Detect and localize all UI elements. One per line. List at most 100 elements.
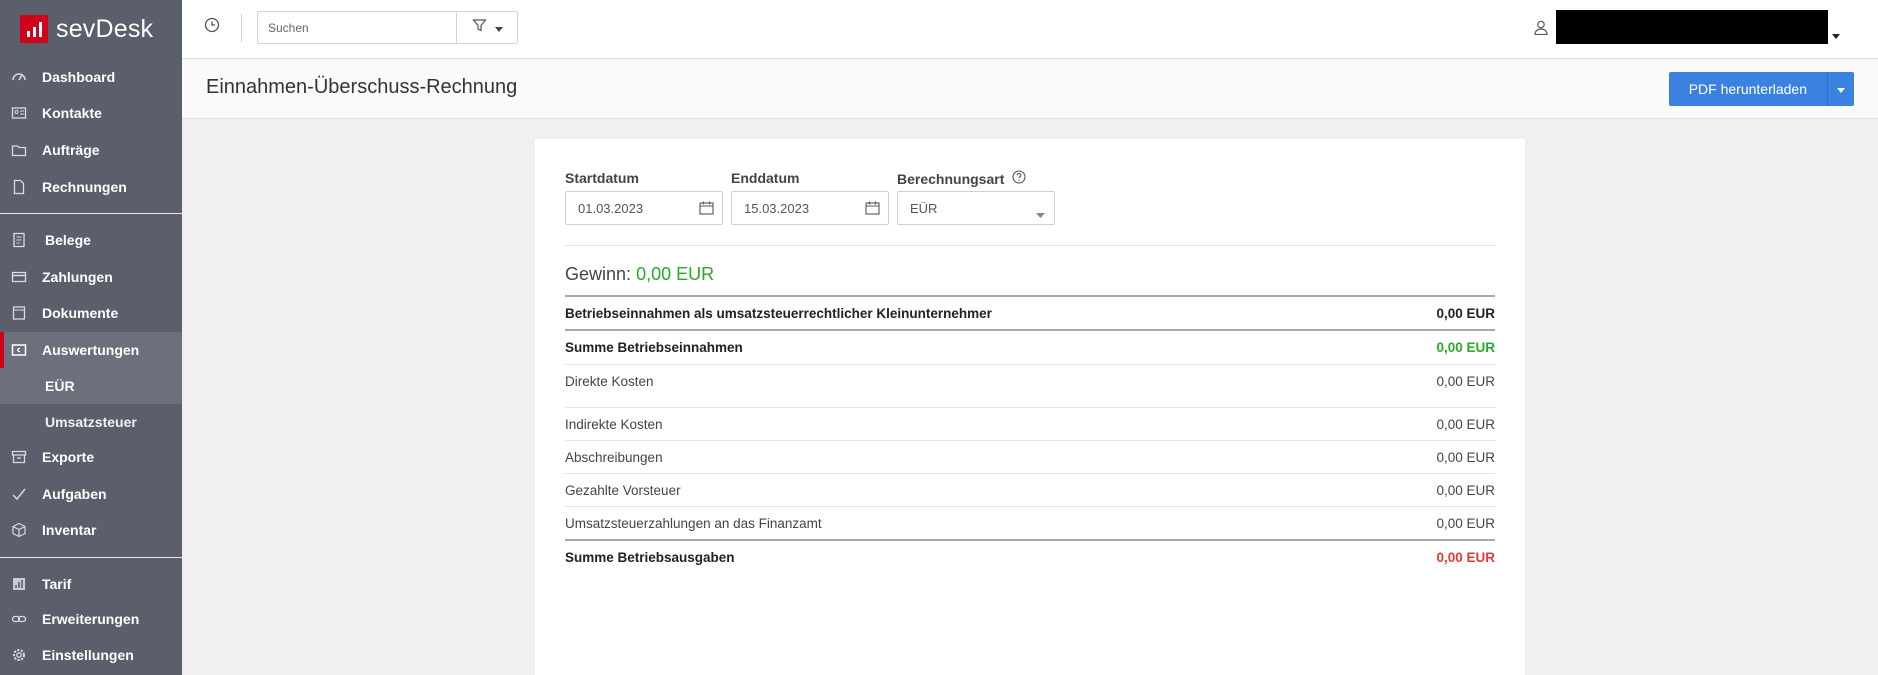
archive-box-icon <box>10 448 28 466</box>
report-row-value: 0,00 EUR <box>1436 482 1495 498</box>
report-row-value: 0,00 EUR <box>1436 549 1495 565</box>
report-row: Summe Betriebseinnahmen 0,00 EUR <box>565 331 1495 363</box>
profit-value: 0,00 EUR <box>636 264 715 284</box>
top-bar: Suchen <box>182 0 1878 59</box>
user-icon[interactable] <box>1534 20 1548 40</box>
report-row-value: 0,00 EUR <box>1436 449 1495 465</box>
sidebar-item-rechnungen[interactable]: Rechnungen <box>0 169 182 205</box>
pdf-download-button-group: PDF herunterladen <box>1668 72 1854 106</box>
help-icon[interactable] <box>1012 170 1026 187</box>
calc-type-label: Berechnungsart <box>897 170 1005 187</box>
sidebar-divider <box>0 213 182 214</box>
bar-chart-icon <box>10 575 28 593</box>
sidebar-item-erweiterungen[interactable]: Erweiterungen <box>0 601 182 637</box>
history-clock-icon[interactable] <box>204 17 220 33</box>
start-date-label: Startdatum <box>565 170 639 186</box>
sidebar-item-exporte[interactable]: Exporte <box>0 439 182 475</box>
sidebar-item-label: Dashboard <box>42 69 116 85</box>
document-icon <box>10 178 28 196</box>
pdf-options-dropdown[interactable] <box>1828 72 1854 106</box>
report-row-value: 0,00 EUR <box>1436 305 1495 321</box>
sidebar-item-belege[interactable]: Belege <box>0 222 182 258</box>
filter-icon <box>471 18 487 38</box>
calendar-icon[interactable] <box>699 201 714 218</box>
sidebar-item-zahlungen[interactable]: Zahlungen <box>0 259 182 295</box>
checkmark-icon <box>10 485 28 503</box>
link-icon <box>10 610 28 628</box>
sidebar-item-inventar[interactable]: Inventar <box>0 512 182 548</box>
report-row-label: Direkte Kosten <box>565 373 654 389</box>
chevron-down-icon <box>1837 80 1845 98</box>
report-row-label: Gezahlte Vorsteuer <box>565 482 681 498</box>
sidebar-item-label: Belege <box>45 232 91 248</box>
report-row-value: 0,00 EUR <box>1436 515 1495 531</box>
report-row: Indirekte Kosten 0,00 EUR <box>565 408 1495 440</box>
sidebar-item-label: Einstellungen <box>42 647 134 663</box>
report-row-value: 0,00 EUR <box>1436 339 1495 355</box>
end-date-value: 15.03.2023 <box>744 200 810 216</box>
reports-icon <box>10 341 28 359</box>
report-row-label: Abschreibungen <box>565 449 663 465</box>
start-date-value: 01.03.2023 <box>578 200 644 216</box>
sidebar-item-auswertungen[interactable]: Auswertungen <box>0 332 182 368</box>
sidebar-item-aufgaben[interactable]: Aufgaben <box>0 476 182 512</box>
end-date-label: Enddatum <box>731 170 800 186</box>
sidebar-item-label: Erweiterungen <box>42 611 140 627</box>
report-row: Betriebseinnahmen als umsatzsteuerrechtl… <box>565 297 1495 329</box>
user-menu-chevron-icon[interactable] <box>1832 26 1840 44</box>
receipt-icon <box>10 231 28 249</box>
pdf-download-button[interactable]: PDF herunterladen <box>1668 72 1828 106</box>
report-row-value: 0,00 EUR <box>1436 373 1495 389</box>
sidebar-item-label: Rechnungen <box>42 179 127 195</box>
contact-card-icon <box>10 104 28 122</box>
gear-icon <box>10 646 28 664</box>
chevron-down-icon <box>1036 206 1045 221</box>
report-row-label: Summe Betriebsausgaben <box>565 549 735 565</box>
sidebar-item-kontakte[interactable]: Kontakte <box>0 95 182 131</box>
dashboard-icon <box>10 68 28 86</box>
calc-type-value: EÜR <box>910 200 938 216</box>
filter-dropdown-button[interactable] <box>456 11 518 44</box>
report-row-label: Summe Betriebseinnahmen <box>565 339 743 355</box>
report-row-value: 0,00 EUR <box>1436 416 1495 432</box>
topbar-separator <box>241 14 242 42</box>
folder-icon <box>10 141 28 159</box>
sidebar-item-auftraege[interactable]: Aufträge <box>0 132 182 168</box>
sidebar-item-dokumente[interactable]: Dokumente <box>0 295 182 331</box>
page-title: Einnahmen-Überschuss-Rechnung <box>206 76 518 98</box>
report-row: Direkte Kosten 0,00 EUR <box>565 365 1495 397</box>
calendar-icon[interactable] <box>865 201 880 218</box>
page-header: Einnahmen-Überschuss-Rechnung PDF herunt… <box>182 59 1878 119</box>
logo-text: sevDesk <box>56 14 154 43</box>
sidebar-item-label: Zahlungen <box>42 269 113 285</box>
search-input[interactable]: Suchen <box>257 11 457 44</box>
logo-icon <box>20 15 48 43</box>
sidebar-item-label: Aufgaben <box>42 486 107 502</box>
report-card: Startdatum Enddatum Berechnungsart 01.03… <box>535 139 1525 675</box>
report-row: Summe Betriebsausgaben 0,00 EUR <box>565 541 1495 573</box>
report-row: Gezahlte Vorsteuer 0,00 EUR <box>565 474 1495 506</box>
sidebar-item-label: Exporte <box>42 449 95 465</box>
sidebar-item-label: Auswertungen <box>42 342 140 358</box>
profit-label: Gewinn: <box>565 264 632 284</box>
end-date-field[interactable]: 15.03.2023 <box>731 191 889 225</box>
credit-card-icon <box>10 268 28 286</box>
sidebar-item-label: Kontakte <box>42 105 102 121</box>
form-divider <box>565 245 1495 246</box>
sidebar-subitem-umsatzsteuer[interactable]: Umsatzsteuer <box>0 404 182 440</box>
sidebar-item-dashboard[interactable]: Dashboard <box>0 59 182 95</box>
calc-type-select[interactable]: EÜR <box>897 191 1055 225</box>
user-name-redacted[interactable] <box>1556 10 1828 44</box>
report-row: Abschreibungen 0,00 EUR <box>565 441 1495 473</box>
report-row: Umsatzsteuerzahlungen an das Finanzamt 0… <box>565 507 1495 539</box>
profit-summary: Gewinn: 0,00 EUR <box>565 264 714 285</box>
sidebar: sevDesk Dashboard Kontakte Aufträge Rech… <box>0 0 182 675</box>
sidebar-item-einstellungen[interactable]: Einstellungen <box>0 637 182 673</box>
start-date-field[interactable]: 01.03.2023 <box>565 191 723 225</box>
sevdesk-logo[interactable]: sevDesk <box>0 0 182 58</box>
sidebar-subitem-eur[interactable]: EÜR <box>0 368 182 404</box>
sidebar-divider <box>0 557 182 558</box>
sidebar-item-label: Tarif <box>42 576 72 592</box>
sidebar-item-tarif[interactable]: Tarif <box>0 566 182 602</box>
sidebar-item-label: Aufträge <box>42 142 100 158</box>
